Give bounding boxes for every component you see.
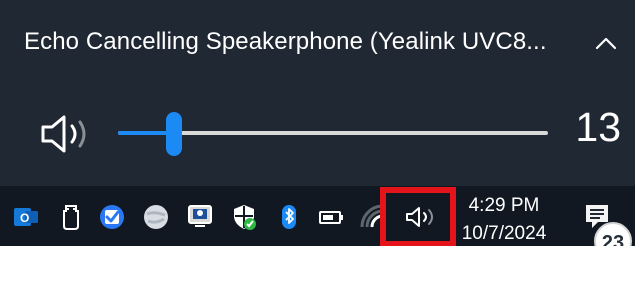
chevron-up-icon[interactable] [589, 26, 623, 60]
svg-text:O: O [20, 211, 29, 225]
volume-slider[interactable] [118, 112, 548, 156]
clock-time: 4:29 PM [468, 195, 540, 216]
usb-drive-icon[interactable] [57, 203, 85, 231]
globe-app-icon[interactable] [142, 203, 170, 231]
volume-slider-track[interactable] [118, 131, 548, 135]
volume-slider-thumb[interactable] [166, 112, 182, 156]
speaker-volume-icon[interactable] [38, 112, 92, 156]
taskbar-clock[interactable]: 4:29 PM 10/7/2024 [452, 192, 556, 248]
battery-icon[interactable] [317, 203, 345, 231]
check-app-icon[interactable] [98, 203, 126, 231]
bluetooth-icon[interactable] [275, 203, 303, 231]
screen-app-icon[interactable] [186, 203, 214, 231]
volume-icon-highlight [380, 187, 456, 247]
volume-screenshot: Echo Cancelling Speakerphone (Yealink UV… [0, 0, 635, 308]
volume-value: 13 [575, 104, 621, 150]
audio-device-name[interactable]: Echo Cancelling Speakerphone (Yealink UV… [24, 28, 584, 56]
outlook-icon[interactable]: O [12, 203, 40, 231]
blank-background [0, 246, 635, 308]
security-shield-icon[interactable] [230, 203, 258, 231]
volume-flyout: Echo Cancelling Speakerphone (Yealink UV… [0, 0, 635, 186]
